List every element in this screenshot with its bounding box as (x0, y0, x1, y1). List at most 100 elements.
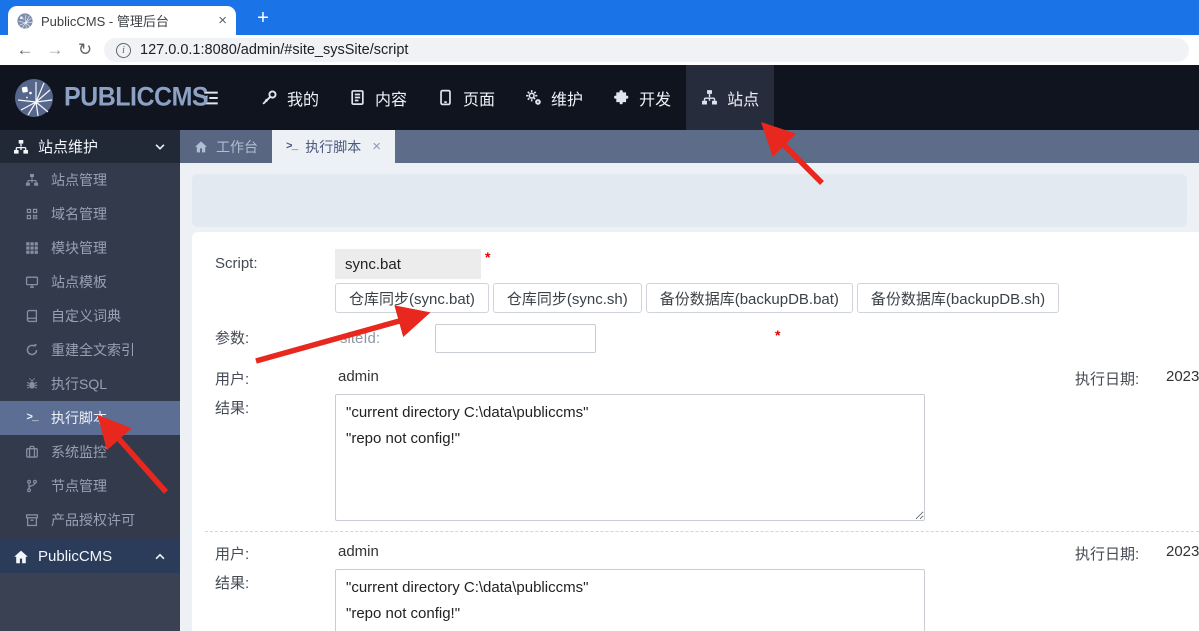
tab-close-icon[interactable]: × (372, 138, 381, 155)
script-preset-button[interactable]: 仓库同步(sync.bat) (335, 283, 489, 313)
browser-toolbar: ← → ↻ i 127.0.0.1:8080/admin/#site_sysSi… (0, 35, 1199, 65)
tab-close-icon[interactable]: × (218, 13, 227, 28)
param-input[interactable] (435, 324, 596, 353)
nav-item-file[interactable]: 内容 (334, 65, 422, 130)
file-icon (349, 89, 366, 106)
sidebar-item-branch[interactable]: 节点管理 (0, 469, 180, 503)
refresh-icon (24, 343, 40, 357)
sidebar-item-label: 站点管理 (51, 172, 107, 188)
brand: PUBLICCMS (0, 65, 209, 130)
script-button-row: 仓库同步(sync.bat) 仓库同步(sync.sh) 备份数据库(backupD… (335, 283, 1060, 313)
execution-record: 用户: admin 执行日期: 2023 结果: "current directory C… (192, 368, 1199, 521)
browser-tab-title: PublicCMS - 管理后台 (41, 14, 169, 29)
sidebar-item-sitemap[interactable]: 站点管理 (0, 163, 180, 197)
nav-item-label: 开发 (639, 91, 672, 109)
chevron-up-icon (153, 550, 167, 564)
terminal-icon: >_ (286, 140, 298, 153)
sidebar-item-bug[interactable]: 执行SQL (0, 367, 180, 401)
sidebar-item-refresh[interactable]: 重建全文索引 (0, 333, 180, 367)
sidebar-lower-area (0, 573, 180, 631)
result-label: 结果: (215, 400, 250, 417)
sidebar-item-label: 站点模板 (51, 274, 107, 290)
bug-icon (24, 377, 40, 391)
result-label: 结果: (215, 575, 250, 592)
sidebar-item-briefcase[interactable]: 系统监控 (0, 435, 180, 469)
sidebar-item-label: 产品授权许可 (51, 512, 135, 528)
nav-item-label: 页面 (463, 91, 496, 109)
user-label: 用户: (215, 371, 250, 388)
sidebar-item-archive[interactable]: 产品授权许可 (0, 503, 180, 537)
browser-tab[interactable]: PublicCMS - 管理后台 × (8, 6, 236, 35)
nav-menu: 我的 内容 页面 维护 开发 站点 (246, 65, 775, 130)
script-preset-button[interactable]: 备份数据库(backupDB.sh) (856, 283, 1060, 313)
branch-icon (24, 479, 40, 493)
result-textarea[interactable]: "current directory C:\data\publiccms" "r… (335, 394, 925, 521)
favicon-publiccms-icon (17, 12, 33, 29)
qrcode-icon (24, 207, 40, 221)
book-icon (24, 309, 40, 323)
page: Script: * 仓库同步(sync.bat)仓库同步(sync.sh)备份数… (180, 163, 1199, 631)
gears-icon (525, 89, 542, 106)
nav-item-puzzle[interactable]: 开发 (598, 65, 686, 130)
nav-item-label: 我的 (287, 91, 320, 109)
url-text: 127.0.0.1:8080/admin/#site_sysSite/scrip… (140, 42, 409, 58)
script-preset-button[interactable]: 备份数据库(backupDB.bat) (645, 283, 853, 313)
forward-icon[interactable]: → (40, 40, 70, 60)
result-textarea[interactable]: "current directory C:\data\publiccms" "r… (335, 569, 925, 631)
sidebar: 站点维护 站点管理域名管理模块管理站点模板自定义词典重建全文索引 执行SQL >_ 执… (0, 130, 180, 631)
sidebar-footer-publiccms[interactable]: PublicCMS (0, 540, 180, 573)
sidebar-item-label: 域名管理 (51, 206, 107, 222)
record-divider (205, 531, 1199, 532)
info-icon[interactable]: i (116, 42, 131, 58)
workspace-tab-terminal[interactable]: >_ 执行脚本 × (272, 130, 395, 163)
nav-item-tablet[interactable]: 页面 (422, 65, 510, 130)
sidebar-item-label: 自定义词典 (51, 308, 121, 324)
sidebar-item-label: 重建全文索引 (51, 342, 135, 358)
workspace-tabbar: 工作台 >_ 执行脚本 × (180, 130, 1199, 163)
required-mark: * (775, 327, 781, 343)
sidebar-item-grid[interactable]: 模块管理 (0, 231, 180, 265)
sidebar-item-qrcode[interactable]: 域名管理 (0, 197, 180, 231)
nav-item-gears[interactable]: 维护 (510, 65, 598, 130)
new-tab-button[interactable]: + (249, 4, 277, 32)
sidebar-item-desktop[interactable]: 站点模板 (0, 265, 180, 299)
back-icon[interactable]: ← (10, 40, 40, 60)
browser-tabstrip: PublicCMS - 管理后台 × + (0, 0, 1199, 35)
sidebar-section-header[interactable]: 站点维护 (0, 130, 180, 163)
nav-item-label: 站点 (727, 91, 760, 109)
home-icon (13, 549, 29, 565)
exec-date-label: 执行日期: (1075, 371, 1140, 388)
script-preset-button[interactable]: 仓库同步(sync.sh) (492, 283, 642, 313)
content-area: 工作台 >_ 执行脚本 × Script: * 仓库同步(sync.bat)仓库同步(… (180, 130, 1199, 631)
sidebar-item-label: 执行SQL (51, 376, 108, 392)
workspace-tab-label: 工作台 (216, 138, 258, 155)
desktop-icon (24, 275, 40, 289)
grid-icon (24, 241, 40, 255)
sidebar-item-terminal[interactable]: >_ 执行脚本 (0, 401, 180, 435)
param-name-label: siteId: (340, 330, 381, 347)
script-input[interactable] (335, 249, 481, 279)
sidebar-item-label: 模块管理 (51, 240, 107, 256)
script-form-card: Script: * 仓库同步(sync.bat)仓库同步(sync.sh)备份数… (192, 232, 1199, 631)
puzzle-icon (613, 89, 630, 106)
script-label: Script: (215, 255, 258, 272)
chevron-down-icon (153, 140, 167, 154)
exec-date-label: 执行日期: (1075, 546, 1140, 563)
reload-icon[interactable]: ↻ (70, 40, 100, 60)
workspace-tab-home[interactable]: 工作台 (180, 130, 272, 163)
user-label: 用户: (215, 546, 250, 563)
nav-item-sitemap[interactable]: 站点 (686, 65, 775, 130)
sidebar-section-title: 站点维护 (38, 139, 99, 156)
sidebar-item-book[interactable]: 自定义词典 (0, 299, 180, 333)
execution-record: 用户: admin 执行日期: 2023 结果: "current directory C… (192, 543, 1199, 631)
sidebar-item-label: 系统监控 (51, 444, 107, 460)
tablet-icon (437, 89, 454, 106)
sidebar-item-label: 节点管理 (51, 478, 107, 494)
empty-panel (192, 174, 1187, 227)
url-bar[interactable]: i 127.0.0.1:8080/admin/#site_sysSite/scr… (104, 38, 1189, 62)
nav-item-key[interactable]: 我的 (246, 65, 334, 130)
params-label: 参数: (215, 330, 250, 347)
brand-text: PUBLICCMS (64, 81, 209, 113)
sidebar-footer-label: PublicCMS (38, 548, 113, 565)
user-value: admin (338, 543, 379, 560)
